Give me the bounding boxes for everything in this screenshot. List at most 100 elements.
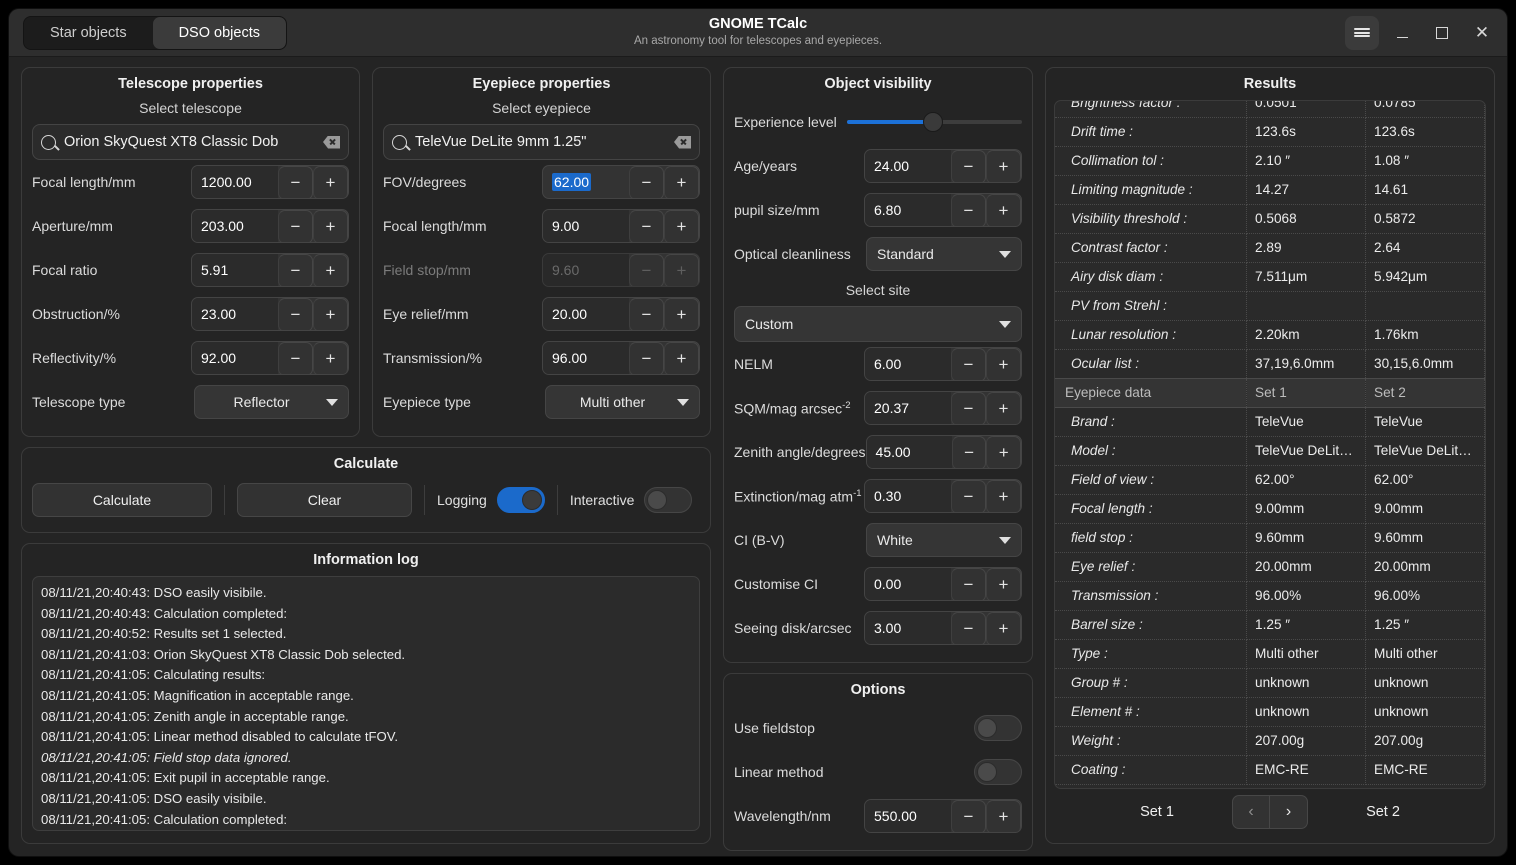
plus-icon[interactable]: +: [986, 568, 1021, 600]
minus-icon[interactable]: −: [951, 150, 986, 182]
interactive-toggle[interactable]: [644, 487, 693, 513]
pupil-size-value[interactable]: 6.80: [865, 194, 951, 226]
seeing-disk-stepper[interactable]: 3.00 − +: [864, 611, 1022, 645]
extinction-stepper[interactable]: 0.30 − +: [864, 479, 1022, 513]
optical-cleanliness-dropdown[interactable]: Standard: [866, 237, 1022, 271]
use-fieldstop-toggle[interactable]: [974, 715, 1022, 741]
eyepiece-eye-relief-value[interactable]: 20.00: [543, 298, 629, 330]
select-site-dropdown[interactable]: Custom: [734, 306, 1022, 342]
telescope-aperture-value[interactable]: 203.00: [192, 210, 278, 242]
sqm-value[interactable]: 20.37: [865, 392, 951, 424]
maximize-icon[interactable]: [1425, 16, 1459, 50]
minus-icon[interactable]: −: [278, 342, 313, 374]
ci-dropdown[interactable]: White: [866, 523, 1022, 557]
minus-icon[interactable]: −: [951, 436, 987, 468]
minus-icon[interactable]: −: [278, 210, 313, 242]
slider-handle[interactable]: [922, 112, 943, 132]
tab-dso-objects[interactable]: DSO objects: [152, 16, 286, 49]
plus-icon[interactable]: +: [313, 342, 348, 374]
zenith-angle-value[interactable]: 45.00: [866, 436, 952, 468]
telescope-aperture-stepper[interactable]: 203.00 − +: [191, 209, 349, 243]
age-value[interactable]: 24.00: [865, 150, 951, 182]
plus-icon[interactable]: +: [313, 298, 348, 330]
plus-icon[interactable]: +: [986, 480, 1021, 512]
minus-icon[interactable]: −: [951, 392, 986, 424]
telescope-focal-length-stepper[interactable]: 1200.00 − +: [191, 165, 349, 199]
information-log-box[interactable]: 08/11/21,20:40:43: DSO easily visibile. …: [32, 576, 700, 831]
minus-icon[interactable]: −: [951, 194, 986, 226]
chevron-left-icon[interactable]: ‹: [1232, 795, 1270, 829]
pupil-size-stepper[interactable]: 6.80 − +: [864, 193, 1022, 227]
plus-icon[interactable]: +: [986, 348, 1021, 380]
clear-button[interactable]: Clear: [237, 483, 412, 517]
linear-method-toggle[interactable]: [974, 759, 1022, 785]
nelm-value[interactable]: 6.00: [865, 348, 951, 380]
plus-icon[interactable]: +: [986, 612, 1021, 644]
nelm-stepper[interactable]: 6.00 − +: [864, 347, 1022, 381]
plus-icon[interactable]: +: [986, 194, 1021, 226]
telescope-focal-ratio-stepper[interactable]: 5.91 − +: [191, 253, 349, 287]
eyepiece-type-dropdown[interactable]: Multi other: [545, 385, 700, 419]
plus-icon[interactable]: +: [313, 210, 348, 242]
chevron-right-icon[interactable]: ›: [1270, 795, 1308, 829]
calculate-button[interactable]: Calculate: [32, 483, 212, 517]
eyepiece-eye-relief-stepper[interactable]: 20.00 − +: [542, 297, 700, 331]
minus-icon[interactable]: −: [278, 166, 313, 198]
seeing-disk-value[interactable]: 3.00: [865, 612, 951, 644]
results-scroll-area[interactable]: Brightness factor :0.0501 0.0785 Drift tim…: [1054, 100, 1486, 789]
telescope-search-input[interactable]: Orion SkyQuest XT8 Classic Dob: [32, 124, 349, 160]
plus-icon[interactable]: +: [664, 342, 699, 374]
clear-icon[interactable]: [674, 135, 691, 149]
customise-ci-stepper[interactable]: 0.00 − +: [864, 567, 1022, 601]
telescope-focal-length-value[interactable]: 1200.00: [192, 166, 278, 198]
wavelength-value[interactable]: 550.00: [865, 800, 951, 832]
telescope-obstruction-stepper[interactable]: 23.00 − +: [191, 297, 349, 331]
zenith-angle-stepper[interactable]: 45.00 − +: [865, 435, 1022, 469]
plus-icon[interactable]: +: [313, 254, 348, 286]
eyepiece-focal-length-stepper[interactable]: 9.00 − +: [542, 209, 700, 243]
experience-level-slider[interactable]: [847, 112, 1022, 132]
clear-icon[interactable]: [323, 135, 340, 149]
age-stepper[interactable]: 24.00 − +: [864, 149, 1022, 183]
plus-icon[interactable]: +: [986, 800, 1021, 832]
minus-icon[interactable]: −: [278, 298, 313, 330]
extinction-value[interactable]: 0.30: [865, 480, 951, 512]
minimize-icon[interactable]: [1385, 16, 1419, 50]
telescope-obstruction-value[interactable]: 23.00: [192, 298, 278, 330]
minus-icon[interactable]: −: [629, 166, 664, 198]
minus-icon[interactable]: −: [951, 480, 986, 512]
plus-icon[interactable]: +: [313, 166, 348, 198]
telescope-focal-ratio-value[interactable]: 5.91: [192, 254, 278, 286]
results-row-set1: 1.25 ″: [1246, 610, 1367, 640]
plus-icon[interactable]: +: [986, 150, 1021, 182]
eyepiece-focal-length-value[interactable]: 9.00: [543, 210, 629, 242]
minus-icon[interactable]: −: [278, 254, 313, 286]
telescope-reflectivity-stepper[interactable]: 92.00 − +: [191, 341, 349, 375]
plus-icon[interactable]: +: [664, 210, 699, 242]
eyepiece-search-input[interactable]: TeleVue DeLite 9mm 1.25": [383, 124, 700, 160]
hamburger-icon[interactable]: [1345, 15, 1379, 50]
plus-icon[interactable]: +: [986, 436, 1021, 468]
customise-ci-value[interactable]: 0.00: [865, 568, 951, 600]
close-icon[interactable]: ✕: [1465, 16, 1499, 50]
plus-icon[interactable]: +: [664, 298, 699, 330]
minus-icon[interactable]: −: [629, 298, 664, 330]
logging-toggle[interactable]: [496, 487, 545, 513]
plus-icon[interactable]: +: [986, 392, 1021, 424]
minus-icon[interactable]: −: [951, 348, 986, 380]
eyepiece-transmission-stepper[interactable]: 96.00 − +: [542, 341, 700, 375]
eyepiece-fov-value-cell[interactable]: 62.00: [543, 166, 629, 198]
eyepiece-fov-stepper[interactable]: 62.00 − +: [542, 165, 700, 199]
minus-icon[interactable]: −: [951, 612, 986, 644]
minus-icon[interactable]: −: [951, 568, 986, 600]
telescope-type-dropdown[interactable]: Reflector: [194, 385, 349, 419]
eyepiece-transmission-value[interactable]: 96.00: [543, 342, 629, 374]
minus-icon[interactable]: −: [629, 342, 664, 374]
wavelength-stepper[interactable]: 550.00 − +: [864, 799, 1022, 833]
plus-icon[interactable]: +: [664, 166, 699, 198]
minus-icon[interactable]: −: [951, 800, 986, 832]
telescope-reflectivity-value[interactable]: 92.00: [192, 342, 278, 374]
tab-star-objects[interactable]: Star objects: [24, 16, 153, 49]
sqm-stepper[interactable]: 20.37 − +: [864, 391, 1022, 425]
minus-icon[interactable]: −: [629, 210, 664, 242]
